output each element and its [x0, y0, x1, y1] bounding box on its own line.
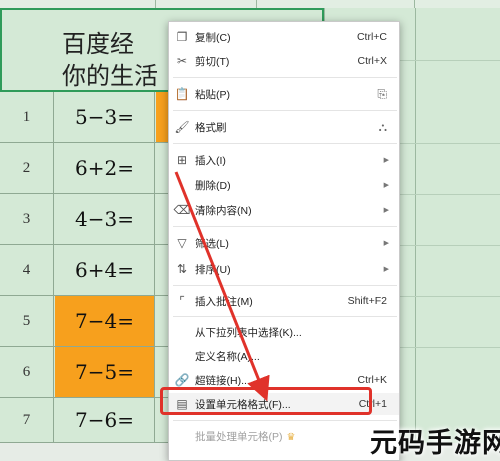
crown-icon: ♛ — [286, 431, 296, 443]
comment-icon: ⌜ — [179, 294, 185, 308]
sort-icon: ⇅ — [176, 262, 188, 276]
menu-item-cut[interactable]: ✂ 剪切(T) Ctrl+X — [169, 50, 399, 72]
filter-icon: ▽ — [177, 236, 187, 250]
row-number: 7 — [0, 398, 54, 442]
menu-separator — [173, 110, 397, 111]
menu-item-paste[interactable]: 📋 粘贴(P) ⎘ — [169, 83, 399, 105]
column-header[interactable] — [257, 0, 325, 8]
submenu-arrow-icon: ▶ — [383, 182, 389, 189]
menu-item-comment[interactable]: ⌜ 插入批注(M) Shift+F2 — [169, 290, 399, 312]
menu-item-define-name[interactable]: 定义名称(A)... — [169, 345, 399, 367]
column-header[interactable] — [324, 0, 415, 8]
menu-separator — [173, 420, 397, 421]
brush-icon: 🖌 — [174, 120, 190, 134]
row-number: 3 — [0, 194, 54, 244]
menu-item-sort[interactable]: ⇅ 排序(U) ▶ — [169, 258, 399, 280]
watermark: 元码手游网 — [370, 428, 500, 459]
submenu-arrow-icon: ▶ — [383, 157, 389, 164]
submenu-arrow-icon: ▶ — [383, 207, 389, 214]
menu-separator — [173, 77, 397, 78]
menu-separator — [173, 285, 397, 286]
menu-separator — [173, 316, 397, 317]
row-number: 6 — [0, 347, 54, 397]
expression-cell[interactable]: 6+2= — [55, 143, 155, 193]
expression-cell[interactable]: 6+4= — [55, 245, 155, 295]
menu-separator — [173, 143, 397, 144]
scissors-icon: ✂ — [176, 54, 188, 68]
annotation-highlight-box — [160, 387, 372, 415]
expression-cell[interactable]: 7−5= — [55, 347, 155, 397]
column-header[interactable] — [55, 0, 156, 8]
title-line-2: 你的生活 — [62, 62, 158, 90]
menu-item-delete[interactable]: 删除(D) ▶ — [169, 174, 399, 196]
eraser-icon: ⌫ — [173, 203, 191, 217]
menu-item-dropdown-pick[interactable]: 从下拉列表中选择(K)... — [169, 321, 399, 343]
expression-cell[interactable]: 5−3= — [55, 92, 155, 142]
submenu-arrow-icon: ▶ — [383, 266, 389, 273]
menu-item-clear[interactable]: ⌫ 清除内容(N) ▶ — [169, 199, 399, 221]
menu-item-copy[interactable]: ❐ 复制(C) Ctrl+C — [169, 26, 399, 48]
column-header[interactable] — [0, 0, 56, 8]
row-number: 5 — [0, 296, 54, 346]
expression-cell[interactable]: 7−6= — [55, 398, 155, 442]
insert-icon: ⊞ — [176, 153, 188, 167]
row-number: 2 — [0, 143, 54, 193]
link-icon: 🔗 — [174, 373, 190, 387]
format-painter-lock-icon[interactable]: ⛬ — [379, 120, 387, 135]
paste-options-icon[interactable]: ⎘ — [377, 87, 387, 102]
row-number: 4 — [0, 245, 54, 295]
menu-separator — [173, 226, 397, 227]
row-number: 1 — [0, 92, 54, 142]
expression-cell[interactable]: 4−3= — [55, 194, 155, 244]
menu-item-format-painter[interactable]: 🖌 格式刷 ⛬ — [169, 116, 399, 138]
menu-item-batch[interactable]: 批量处理单元格(P) ♛ — [169, 425, 399, 447]
menu-item-filter[interactable]: ▽ 筛选(L) ▶ — [169, 232, 399, 254]
column-header[interactable] — [415, 0, 500, 8]
grid-line — [415, 8, 416, 448]
copy-icon: ❐ — [176, 30, 188, 44]
title-line-1: 百度经 — [62, 30, 134, 58]
menu-item-insert[interactable]: ⊞ 插入(I) ▶ — [169, 149, 399, 171]
column-header[interactable] — [156, 0, 257, 8]
paste-icon: 📋 — [174, 87, 190, 101]
submenu-arrow-icon: ▶ — [383, 240, 389, 247]
expression-cell[interactable]: 7−4= — [55, 296, 155, 346]
